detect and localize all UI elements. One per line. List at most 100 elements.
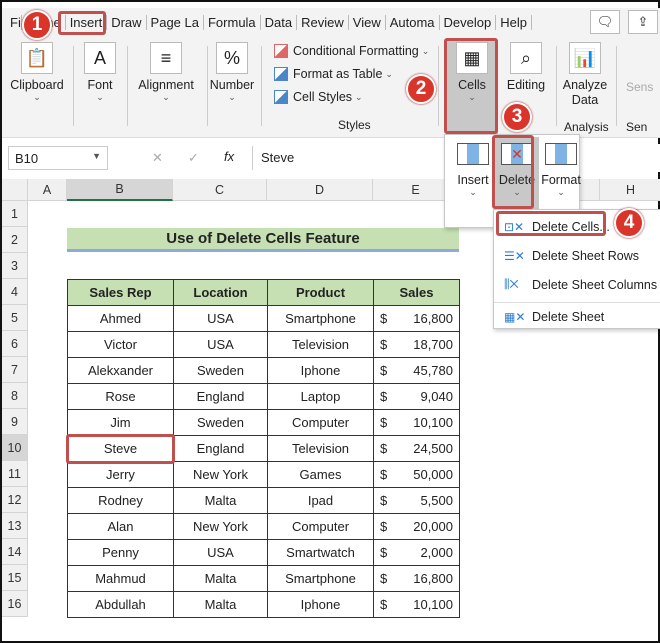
- row-header-9[interactable]: 9: [2, 409, 28, 435]
- table-cell[interactable]: Computer: [267, 513, 374, 540]
- tab-automa[interactable]: Automa: [386, 14, 440, 30]
- row-header-11[interactable]: 11: [2, 461, 28, 487]
- table-cell[interactable]: England: [173, 383, 268, 410]
- row-header-8[interactable]: 8: [2, 383, 28, 409]
- share-icon[interactable]: ⇪: [628, 10, 658, 34]
- table-cell[interactable]: Rodney: [67, 487, 174, 514]
- table-cell[interactable]: England: [173, 435, 268, 462]
- table-cell[interactable]: Games: [267, 461, 374, 488]
- sales-cell[interactable]: $18,700: [373, 331, 460, 358]
- table-cell[interactable]: Malta: [173, 487, 268, 514]
- table-cell[interactable]: Ipad: [267, 487, 374, 514]
- table-cell[interactable]: Iphone: [267, 357, 374, 384]
- table-cell[interactable]: Smartwatch: [267, 539, 374, 566]
- group-font[interactable]: A Font ⌄: [78, 42, 122, 103]
- table-cell[interactable]: Malta: [173, 565, 268, 592]
- group-clipboard[interactable]: 📋 Clipboard ⌄: [6, 42, 68, 103]
- style-item[interactable]: Format as Table ⌄: [274, 67, 393, 81]
- group-number[interactable]: % Number ⌄: [208, 42, 256, 103]
- delete-menu-item[interactable]: ☰✕ Delete Sheet Rows: [494, 241, 660, 270]
- table-cell[interactable]: USA: [173, 331, 268, 358]
- tab-page-la[interactable]: Page La: [147, 14, 204, 30]
- confirm-icon[interactable]: ✓: [188, 150, 199, 166]
- column-header-B[interactable]: B: [67, 179, 173, 201]
- table-cell[interactable]: Sweden: [173, 357, 268, 384]
- table-cell[interactable]: Laptop: [267, 383, 374, 410]
- editing-button[interactable]: ⌕ Editing: [504, 42, 548, 92]
- tab-draw[interactable]: Draw: [107, 14, 147, 30]
- table-cell[interactable]: Computer: [267, 409, 374, 436]
- table-cell[interactable]: Abdullah: [67, 591, 174, 618]
- sales-cell[interactable]: $24,500: [373, 435, 460, 462]
- sales-cell[interactable]: $10,100: [373, 591, 460, 618]
- tab-data[interactable]: Data: [261, 14, 298, 30]
- tab-develop[interactable]: Develop: [440, 14, 497, 30]
- row-header-5[interactable]: 5: [2, 305, 28, 331]
- table-cell[interactable]: Smartphone: [267, 305, 374, 332]
- function-icon[interactable]: fx: [224, 149, 234, 164]
- tab-help[interactable]: Help: [496, 14, 532, 30]
- table-cell[interactable]: New York: [173, 461, 268, 488]
- sales-cell[interactable]: $10,100: [373, 409, 460, 436]
- table-cell[interactable]: Alekxander: [67, 357, 174, 384]
- table-cell[interactable]: New York: [173, 513, 268, 540]
- column-header-C[interactable]: C: [173, 179, 267, 201]
- row-header-15[interactable]: 15: [2, 565, 28, 591]
- row-header-1[interactable]: 1: [2, 201, 28, 227]
- group-alignment[interactable]: ≡ Alignment ⌄: [130, 42, 202, 103]
- row-header-16[interactable]: 16: [2, 591, 28, 617]
- row-header-4[interactable]: 4: [2, 279, 28, 305]
- row-header-3[interactable]: 3: [2, 253, 28, 279]
- cells-insert-button[interactable]: Insert ⌄: [451, 137, 495, 217]
- sensitivity-button[interactable]: Sens: [626, 80, 653, 94]
- style-item[interactable]: Conditional Formatting ⌄: [274, 44, 429, 58]
- sales-cell[interactable]: $5,500: [373, 487, 460, 514]
- table-cell[interactable]: Iphone: [267, 591, 374, 618]
- column-header-H[interactable]: H: [600, 179, 660, 201]
- delete-menu-item[interactable]: ⫼✕ Delete Sheet Columns: [494, 270, 660, 299]
- sales-cell[interactable]: $45,780: [373, 357, 460, 384]
- tab-view[interactable]: View: [349, 14, 386, 30]
- table-cell[interactable]: Rose: [67, 383, 174, 410]
- row-header-14[interactable]: 14: [2, 539, 28, 565]
- column-header-D[interactable]: D: [267, 179, 373, 201]
- analyze-data-button[interactable]: 📊 Analyze Data: [562, 42, 608, 108]
- table-cell[interactable]: Victor: [67, 331, 174, 358]
- table-cell[interactable]: Alan: [67, 513, 174, 540]
- table-cell[interactable]: Smartphone: [267, 565, 374, 592]
- comments-icon[interactable]: 🗨: [590, 10, 620, 34]
- sales-cell[interactable]: $2,000: [373, 539, 460, 566]
- tab-file[interactable]: File: [6, 14, 22, 30]
- sales-cell[interactable]: $9,040: [373, 383, 460, 410]
- table-cell[interactable]: Jerry: [67, 461, 174, 488]
- table-cell[interactable]: Jim: [67, 409, 174, 436]
- row-header-10[interactable]: 10: [2, 435, 28, 461]
- row-header-2[interactable]: 2: [2, 227, 28, 253]
- delete-menu-item[interactable]: ▦✕ Delete Sheet: [494, 302, 660, 331]
- tab-review[interactable]: Review: [297, 14, 349, 30]
- style-item[interactable]: Cell Styles ⌄: [274, 90, 363, 104]
- table-cell[interactable]: Mahmud: [67, 565, 174, 592]
- sales-cell[interactable]: $16,800: [373, 305, 460, 332]
- row-header-6[interactable]: 6: [2, 331, 28, 357]
- row-header-13[interactable]: 13: [2, 513, 28, 539]
- table-cell[interactable]: Ahmed: [67, 305, 174, 332]
- table-cell[interactable]: Television: [267, 435, 374, 462]
- sales-cell[interactable]: $16,800: [373, 565, 460, 592]
- row-header-7[interactable]: 7: [2, 357, 28, 383]
- select-all[interactable]: [2, 179, 28, 201]
- name-box[interactable]: B10 ▼: [8, 146, 108, 170]
- sales-cell[interactable]: $50,000: [373, 461, 460, 488]
- table-cell[interactable]: Television: [267, 331, 374, 358]
- cells-format-button[interactable]: Format ⌄: [539, 137, 583, 217]
- cancel-icon[interactable]: ✕: [152, 150, 163, 166]
- table-cell[interactable]: USA: [173, 539, 268, 566]
- table-cell[interactable]: Penny: [67, 539, 174, 566]
- table-cell[interactable]: Malta: [173, 591, 268, 618]
- sales-cell[interactable]: $20,000: [373, 513, 460, 540]
- table-cell[interactable]: USA: [173, 305, 268, 332]
- table-cell[interactable]: Sweden: [173, 409, 268, 436]
- tab-formula[interactable]: Formula: [204, 14, 261, 30]
- column-header-A[interactable]: A: [28, 179, 67, 201]
- row-header-12[interactable]: 12: [2, 487, 28, 513]
